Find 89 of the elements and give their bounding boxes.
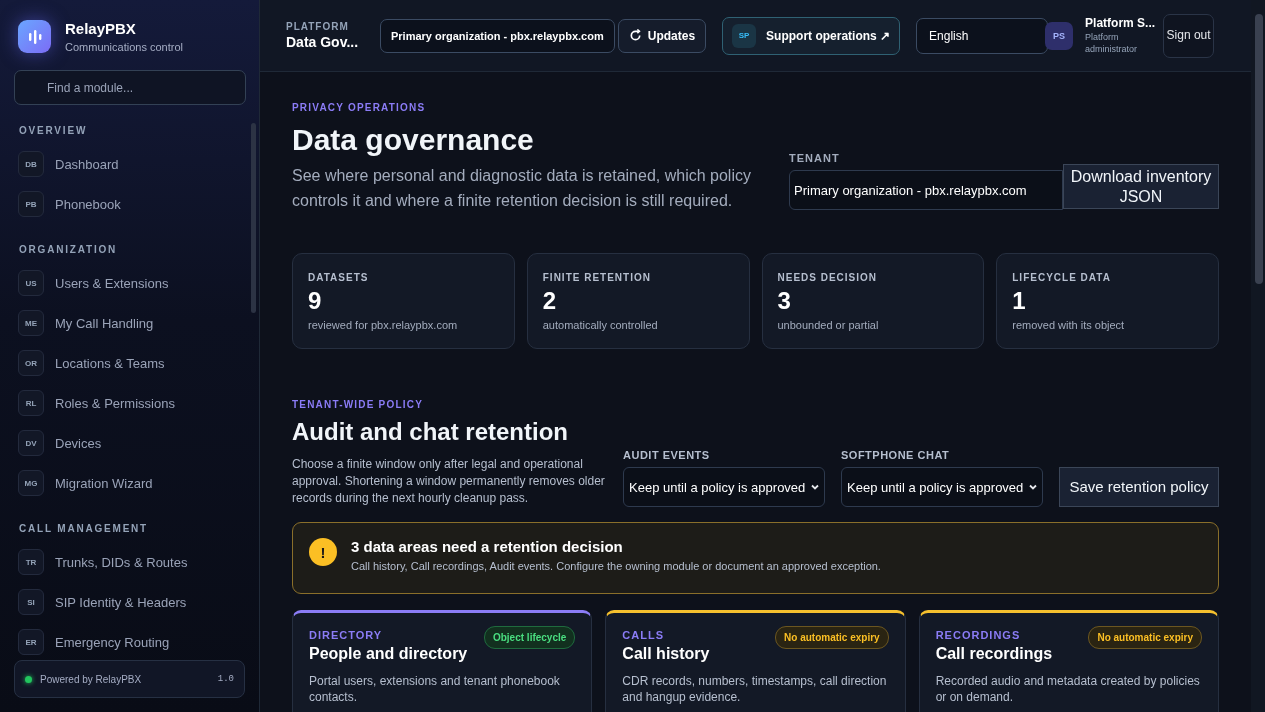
category-label: CALLS <box>622 629 664 641</box>
version-text: 1.0 <box>217 674 234 684</box>
logo-icon <box>18 20 51 53</box>
policy-description: Choose a finite window only after legal and operational approval. Shortening a window permanently removes older records during the next hourly cleanup pass. <box>292 456 606 507</box>
item-badge: MG <box>18 470 44 496</box>
item-badge: ME <box>18 310 44 336</box>
warning-title: 3 data areas need a retention decision <box>351 538 624 555</box>
search-field[interactable]: Find a module... <box>14 70 246 105</box>
stat-caption: automatically controlled <box>542 319 659 331</box>
warning-icon: ! <box>309 538 337 566</box>
card-description: CDR records, numbers, timestamps, call direction and hangup evidence. <box>622 673 888 705</box>
stat-value: 3 <box>777 287 792 315</box>
language-select[interactable]: English <box>916 17 1049 54</box>
section-heading: ORGANIZATION <box>18 243 119 257</box>
support-badge: SP <box>732 23 757 48</box>
status-dot-icon <box>25 675 32 683</box>
retention-select[interactable]: Keep until a policy is approved <box>623 467 825 507</box>
retention-badge: No automatic expiry <box>775 626 889 649</box>
support-button[interactable]: SP Support operations ↗ <box>722 16 901 55</box>
sidebar-item[interactable]: TR Trunks, DIDs & Routes <box>0 542 259 582</box>
stat-caption: reviewed for pbx.relaypbx.com <box>308 319 459 331</box>
download-button[interactable]: Download inventory JSON <box>1063 164 1219 209</box>
section-heading: Audit and chat retention <box>292 418 569 446</box>
scrollbar-thumb[interactable] <box>251 123 256 313</box>
stat-label: LIFECYCLE DATA <box>1012 272 1112 283</box>
page-heading: Data governance <box>292 123 535 157</box>
card-title: People and directory <box>309 645 469 663</box>
app-subtitle: Communications control <box>65 41 183 53</box>
section-heading: CALL MANAGEMENT <box>18 522 150 536</box>
card-description: Recorded audio and metadata created by policies or on demand. <box>935 673 1201 705</box>
field-label: SOFTPHONE CHAT <box>841 449 951 461</box>
sidebar-item[interactable]: PB Phonebook <box>0 184 259 224</box>
context-label: PLATFORM <box>286 21 350 32</box>
item-badge: TR <box>18 549 44 575</box>
sidebar-item[interactable]: MG Migration Wizard <box>0 463 259 503</box>
chevron-icon <box>810 482 820 492</box>
category-label: DIRECTORY <box>309 629 383 641</box>
item-badge: DB <box>18 151 44 177</box>
sidebar-item[interactable]: RL Roles & Permissions <box>0 383 259 423</box>
user-name: Platform S... <box>1085 16 1157 30</box>
stat-label: DATASETS <box>308 272 370 283</box>
item-badge: ER <box>18 629 44 655</box>
updates-button[interactable]: Updates <box>617 18 707 53</box>
powered-by-text: Powered by RelayPBX <box>40 673 142 685</box>
item-badge: OR <box>18 350 44 376</box>
section-heading: OVERVIEW <box>18 124 89 138</box>
card-title: Call history <box>622 645 711 663</box>
retention-select[interactable]: Keep until a policy is approved <box>841 467 1043 507</box>
save-button[interactable]: Save retention policy <box>1059 467 1219 507</box>
item-badge: DV <box>18 430 44 456</box>
sidebar-item[interactable]: OR Locations & Teams <box>0 343 259 383</box>
stat-label: FINITE RETENTION <box>542 272 652 283</box>
page-title: Data Gov... <box>286 34 360 50</box>
sidebar-item[interactable]: DV Devices <box>0 423 259 463</box>
user-role: Platform administrator <box>1085 31 1139 55</box>
item-badge: PB <box>18 191 44 217</box>
eyebrow-label: TENANT-WIDE POLICY <box>292 399 425 410</box>
retention-badge: No automatic expiry <box>1088 626 1202 649</box>
app-name: RelayPBX <box>65 20 137 37</box>
eyebrow-label: PRIVACY OPERATIONS <box>292 102 427 113</box>
card-title: Call recordings <box>935 645 1054 663</box>
category-label: RECORDINGS <box>935 629 1021 641</box>
page-description: See where personal and diagnostic data is retained, which policy controls it and where a finite retention decision is still required. <box>292 166 752 211</box>
tenant-select[interactable]: Primary organization - pbx.relaypbx.com <box>789 170 1063 210</box>
scrollbar-thumb[interactable] <box>1254 14 1263 284</box>
field-label: AUDIT EVENTS <box>623 449 711 461</box>
item-badge: SI <box>18 589 44 615</box>
stat-value: 1 <box>1012 287 1027 315</box>
refresh-icon <box>628 29 642 42</box>
card-description: Portal users, extensions and tenant phonebook contacts. <box>309 673 561 705</box>
chevron-icon <box>1028 482 1038 492</box>
retention-badge: Object lifecycle <box>483 626 576 649</box>
tenant-select[interactable]: Primary organization - pbx.relaypbx.com <box>380 18 615 53</box>
user-avatar: PS <box>1045 21 1074 50</box>
field-label: TENANT <box>789 152 841 164</box>
item-badge: RL <box>18 390 44 416</box>
sidebar-item[interactable]: ER Emergency Routing <box>0 622 259 656</box>
stat-caption: removed with its object <box>1012 319 1126 331</box>
sidebar-item[interactable]: DB Dashboard <box>0 144 259 184</box>
item-badge: US <box>18 270 44 296</box>
sidebar-item[interactable]: ME My Call Handling <box>0 303 259 343</box>
stat-value: 2 <box>542 287 558 315</box>
stat-value: 9 <box>308 287 323 315</box>
sign-out-button[interactable]: Sign out <box>1163 13 1215 58</box>
sidebar-item[interactable]: SI SIP Identity & Headers <box>0 582 259 622</box>
sidebar-item[interactable]: US Users & Extensions <box>0 263 259 303</box>
stat-label: NEEDS DECISION <box>777 272 879 283</box>
stat-caption: unbounded or partial <box>777 319 880 331</box>
warning-text: Call history, Call recordings, Audit events. Configure the owning module or document an approved exception. <box>351 560 881 572</box>
